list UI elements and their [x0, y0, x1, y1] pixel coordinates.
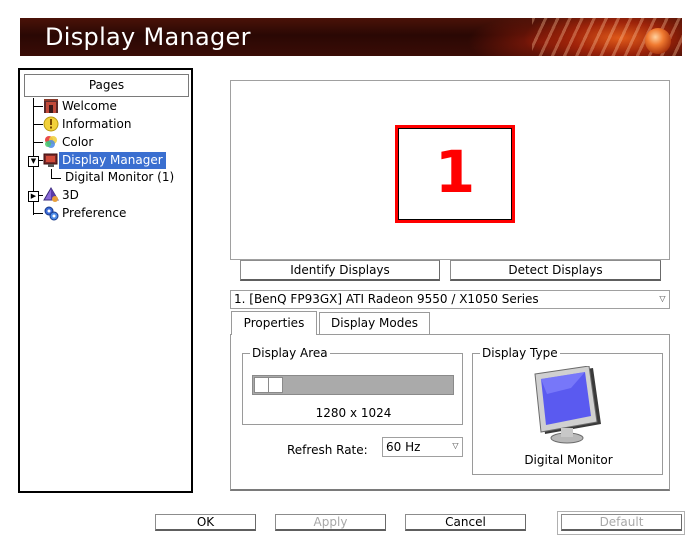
tree-line	[33, 142, 43, 143]
identify-displays-button[interactable]: Identify Displays	[240, 260, 440, 281]
ok-button[interactable]: OK	[155, 514, 256, 531]
detect-displays-button[interactable]: Detect Displays	[450, 260, 661, 281]
resolution-value: 1280 x 1024	[315, 406, 392, 420]
display-type-value: Digital Monitor	[524, 453, 613, 467]
sidebar-item-label: 3D	[62, 188, 79, 202]
pages-sidebar: Pages Welcome Information Color ▼ Displa…	[18, 68, 193, 493]
display-type-title: Display Type	[480, 346, 560, 360]
pages-header: Pages	[24, 74, 189, 97]
slider-thumb[interactable]	[254, 377, 269, 393]
preference-icon	[44, 206, 59, 221]
sidebar-item-label: Welcome	[62, 99, 117, 113]
color-icon	[45, 136, 57, 148]
tree-line	[33, 106, 43, 107]
display-manager-icon	[43, 153, 58, 167]
tab-display-modes[interactable]: Display Modes	[319, 312, 430, 334]
sidebar-item-label: Digital Monitor (1)	[65, 170, 175, 184]
expand-toggle[interactable]: ▶	[28, 191, 39, 202]
cancel-button[interactable]: Cancel	[405, 514, 526, 531]
properties-panel: Display Area 1280 x 1024 Refresh Rate: 6…	[230, 334, 670, 491]
chevron-down-icon: ▽	[452, 441, 459, 450]
chevron-down-icon: ▽	[659, 294, 666, 303]
display-type-group: Display Type Digital Monitor	[472, 346, 663, 475]
display-area-title: Display Area	[250, 346, 330, 360]
tab-label: Display Modes	[331, 316, 418, 330]
refresh-rate-label: Refresh Rate:	[287, 443, 368, 457]
monitor-1-tile[interactable]: 1	[395, 125, 515, 223]
3d-icon	[43, 187, 59, 202]
adapter-select-value: 1. [BenQ FP93GX] ATI Radeon 9550 / X1050…	[234, 292, 539, 306]
banner-orb-icon	[645, 28, 671, 54]
header-banner: Display Manager	[20, 18, 682, 56]
welcome-icon	[44, 99, 58, 113]
monitor-icon	[534, 366, 601, 444]
display-area-group: Display Area 1280 x 1024	[242, 346, 463, 425]
resolution-slider[interactable]	[252, 375, 454, 395]
tree-line	[33, 124, 43, 125]
tree-line	[51, 178, 61, 179]
refresh-rate-value: 60 Hz	[386, 440, 421, 454]
apply-button[interactable]: Apply	[275, 514, 386, 531]
collapse-toggle[interactable]: ▼	[28, 156, 39, 167]
default-button[interactable]: Default	[561, 514, 682, 531]
display-preview: 1	[230, 80, 670, 260]
adapter-select[interactable]: 1. [BenQ FP93GX] ATI Radeon 9550 / X1050…	[230, 290, 670, 309]
tab-properties[interactable]: Properties	[231, 311, 317, 335]
sidebar-item-label: Information	[62, 117, 132, 131]
refresh-rate-select[interactable]: 60 Hz ▽	[382, 437, 463, 457]
tab-label: Properties	[243, 316, 305, 330]
monitor-number: 1	[398, 128, 512, 220]
sidebar-item-label: Color	[62, 135, 94, 149]
window-title: Display Manager	[45, 23, 251, 51]
information-icon	[43, 116, 59, 132]
tree-line	[33, 213, 43, 214]
sidebar-item-label: Preference	[62, 206, 127, 220]
sidebar-item-label: Display Manager	[59, 152, 166, 169]
slider-thumb[interactable]	[268, 377, 283, 393]
